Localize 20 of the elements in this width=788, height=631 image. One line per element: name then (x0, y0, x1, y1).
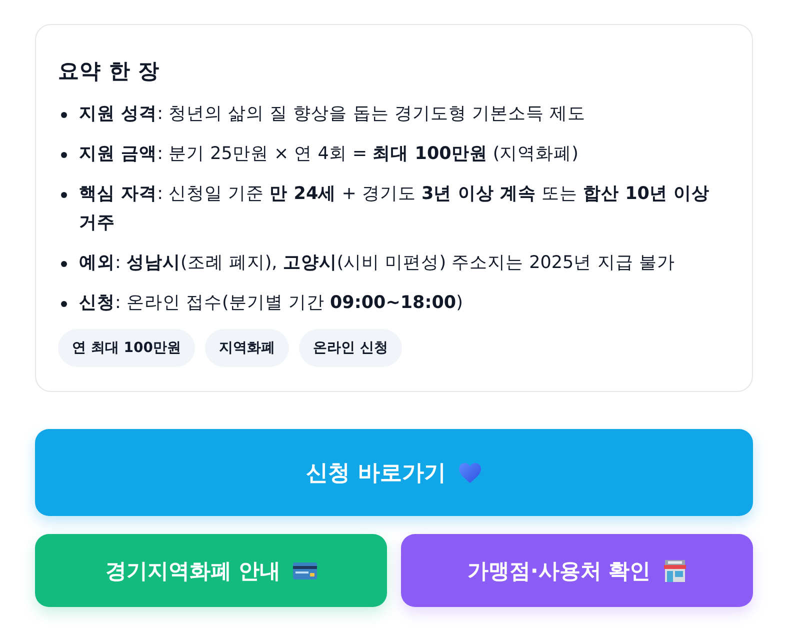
bullet-icon (61, 261, 67, 267)
merchant-search-button[interactable]: 가맹점·사용처 확인 (401, 534, 753, 607)
summary-item-text: 지원 금액: 분기 25만원 × 연 4회 = 최대 100만원 (지역화폐) (79, 143, 580, 166)
summary-title: 요약 한 장 (58, 58, 161, 85)
heart-icon (458, 462, 482, 484)
currency-info-button[interactable]: 경기지역화폐 안내 (35, 534, 387, 607)
bullet-icon (61, 192, 67, 198)
summary-item-text: 예외: 성남시(조례 폐지), 고양시(시비 미편성) 주소지는 2025년 지급 불가 (79, 252, 676, 275)
credit-card-icon (292, 560, 317, 582)
tag-chip: 연 최대 100만원 (58, 329, 195, 367)
summary-item-text: 신청: 온라인 접수(분기별 기간 09:00~18:00) (79, 292, 464, 315)
bullet-icon (61, 301, 67, 307)
summary-item-text: 지원 성격: 청년의 삶의 질 향상을 돕는 경기도형 기본소득 제도 (79, 103, 586, 126)
store-icon (662, 560, 687, 582)
bullet-icon (61, 152, 67, 158)
summary-item-text: 핵심 자격: 신청일 기준 만 24세 + 경기도 3년 이상 계속 또는 합산 10년 이상 거주 (79, 183, 711, 235)
tag-chip: 지역화폐 (204, 329, 289, 367)
tag-chip: 온라인 신청 (298, 329, 402, 367)
apply-button[interactable]: 신청 바로가기 (35, 429, 753, 516)
bullet-icon (61, 112, 67, 118)
